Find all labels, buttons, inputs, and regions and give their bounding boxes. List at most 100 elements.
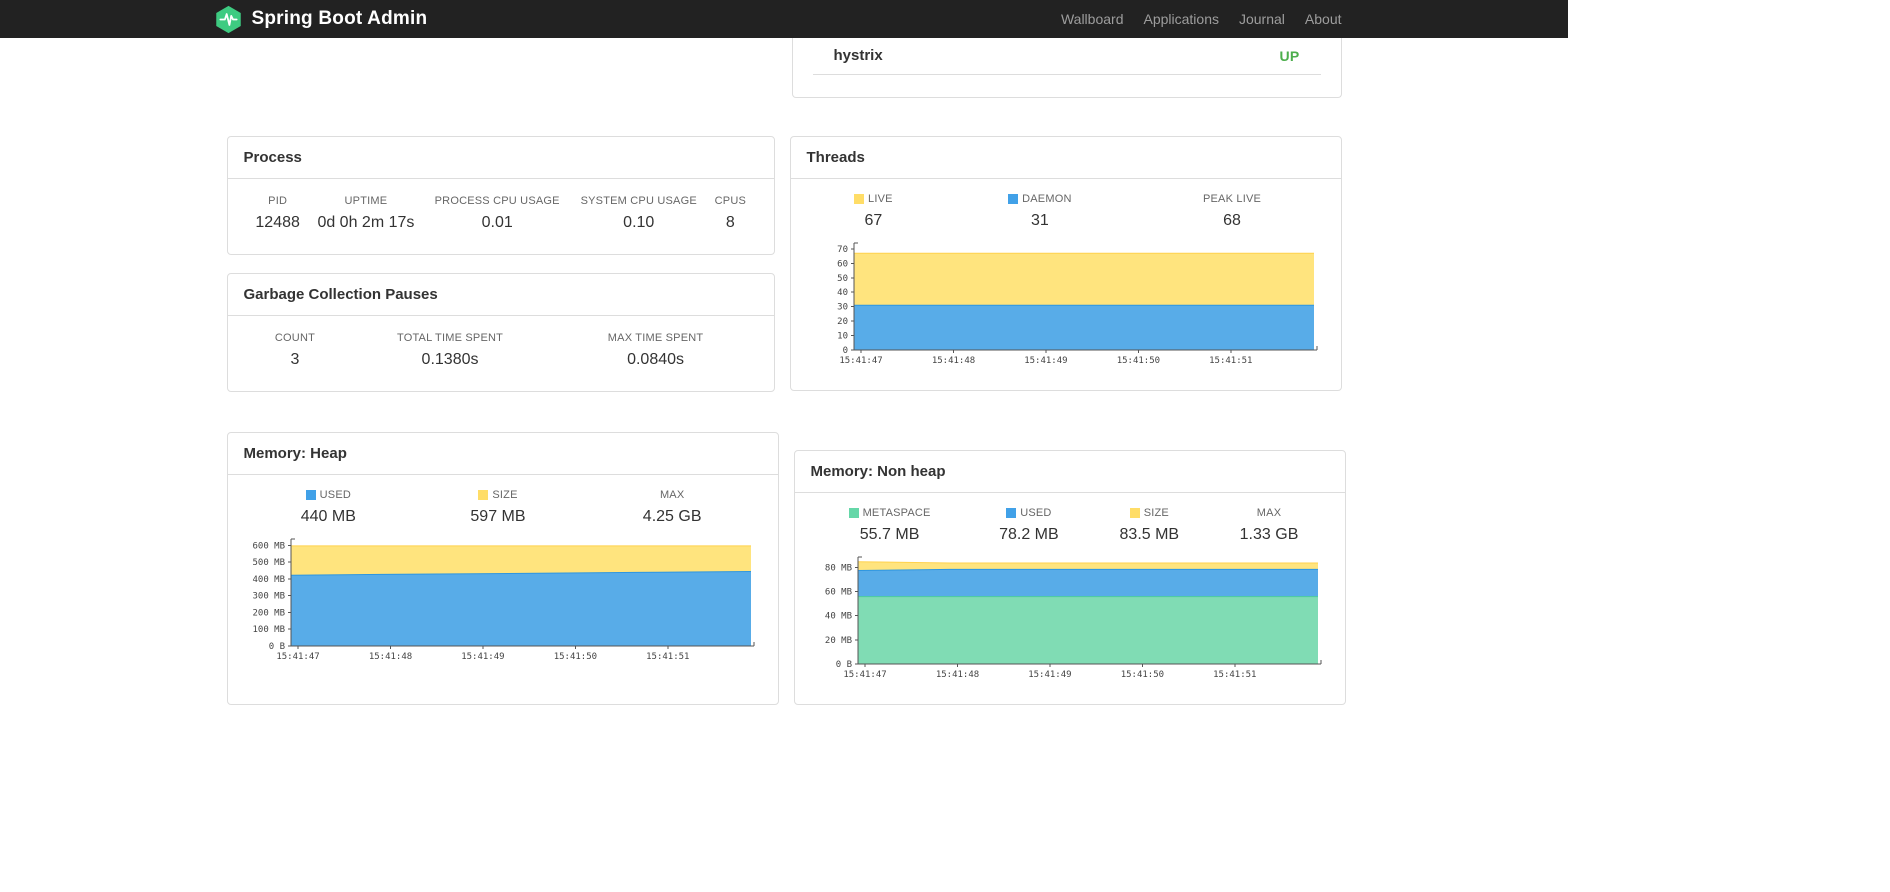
svg-text:200 MB: 200 MB <box>252 609 285 619</box>
metric-label: USED <box>1020 507 1052 519</box>
brand-link[interactable]: Spring Boot Admin <box>214 5 428 34</box>
metric-label: PID <box>268 195 288 207</box>
brand-logo-icon <box>215 5 241 33</box>
svg-text:15:41:51: 15:41:51 <box>1209 356 1252 366</box>
metric-value: 1.33 GB <box>1239 526 1299 543</box>
process-panel: Process PID 12488 UPTIME 0d 0h 2m 17s PR… <box>226 136 775 255</box>
svg-text:40: 40 <box>837 288 848 298</box>
svg-text:30: 30 <box>837 303 848 313</box>
metric-label: SIZE <box>492 489 518 501</box>
svg-text:15:41:47: 15:41:47 <box>843 670 886 680</box>
metric-label: MAX TIME SPENT <box>607 332 704 344</box>
svg-text:0 B: 0 B <box>268 642 284 652</box>
metric-label: CPUS <box>714 195 747 207</box>
metric-value: 0.01 <box>481 214 513 231</box>
svg-text:60 MB: 60 MB <box>824 587 851 597</box>
nav-item-wallboard[interactable]: Wallboard <box>1051 11 1134 27</box>
metric-pid: PID 12488 <box>248 193 308 234</box>
svg-text:600 MB: 600 MB <box>252 541 285 551</box>
memory-heap-chart: 0 B 100 MB 200 MB 300 MB 400 MB 500 MB 600 MB 1… <box>252 538 754 662</box>
metric-value: 8 <box>725 214 735 231</box>
metric-label: SYSTEM CPU USAGE <box>580 195 697 207</box>
svg-text:100 MB: 100 MB <box>252 625 285 635</box>
svg-text:15:41:49: 15:41:49 <box>461 652 504 662</box>
panel-title-heap: Memory: Heap <box>227 433 778 475</box>
metric-label: COUNT <box>274 332 316 344</box>
threads-panel: Threads LIVE 67 DAEMON 31 PEAK LIVE 68 0… <box>789 136 1342 391</box>
application-row-hystrix[interactable]: hystrix UP <box>812 38 1321 75</box>
metric-value: 78.2 MB <box>999 526 1059 543</box>
metric-value: 0d 0h 2m 17s <box>317 214 415 231</box>
metric-value: 12488 <box>255 214 300 231</box>
metric-value: 3 <box>290 351 300 368</box>
metric-value: 440 MB <box>300 508 356 525</box>
nav-item-applications[interactable]: Applications <box>1133 11 1229 27</box>
left-column: Process PID 12488 UPTIME 0d 0h 2m 17s PR… <box>226 136 775 392</box>
threads-chart: 0 10 20 30 40 50 60 70 15:41:47 15:41:48 15:41:49 1… <box>837 242 1317 366</box>
svg-text:70: 70 <box>837 245 848 255</box>
svg-text:15:41:50: 15:41:50 <box>1116 356 1159 366</box>
panel-title-process: Process <box>227 137 774 179</box>
metric-value: 597 MB <box>470 508 526 525</box>
legend-swatch-used <box>1006 508 1017 518</box>
metric-label: MAX <box>659 489 685 501</box>
nav-item-about[interactable]: About <box>1295 11 1342 27</box>
application-name: hystrix <box>833 47 883 64</box>
svg-text:500 MB: 500 MB <box>252 558 285 568</box>
svg-text:15:41:50: 15:41:50 <box>1120 670 1163 680</box>
metric-nonheap-used: USED 78.2 MB <box>969 505 1089 546</box>
gc-metrics: COUNT 3 TOTAL TIME SPENT 0.1380s MAX TIM… <box>248 330 754 371</box>
legend-swatch-size <box>1129 508 1140 518</box>
navbar: Spring Boot Admin Wallboard Applications… <box>0 0 1568 38</box>
svg-text:50: 50 <box>837 274 848 284</box>
metric-label: PEAK LIVE <box>1202 193 1262 205</box>
svg-text:300 MB: 300 MB <box>252 592 285 602</box>
metric-uptime: UPTIME 0d 0h 2m 17s <box>308 193 424 234</box>
svg-text:0: 0 <box>842 346 847 356</box>
brand-title: Spring Boot Admin <box>251 8 428 29</box>
metric-value: 55.7 MB <box>859 526 920 543</box>
process-metrics: PID 12488 UPTIME 0d 0h 2m 17s PROCESS CP… <box>248 193 754 234</box>
metric-label: DAEMON <box>1022 193 1072 205</box>
svg-text:15:41:50: 15:41:50 <box>553 652 596 662</box>
metric-nonheap-size: SIZE 83.5 MB <box>1089 505 1209 546</box>
metric-gc-total-time: TOTAL TIME SPENT 0.1380s <box>342 330 557 371</box>
legend-swatch-size <box>478 490 489 500</box>
right-column: Threads LIVE 67 DAEMON 31 PEAK LIVE 68 0… <box>789 136 1342 392</box>
threads-legend: LIVE 67 DAEMON 31 PEAK LIVE 68 <box>807 191 1325 232</box>
legend-swatch-used <box>305 490 316 500</box>
legend-swatch-metaspace <box>848 508 859 518</box>
svg-text:20 MB: 20 MB <box>824 636 851 646</box>
metric-label: MAX <box>1256 507 1282 519</box>
svg-text:15:41:48: 15:41:48 <box>931 356 974 366</box>
panel-title-gc: Garbage Collection Pauses <box>227 274 774 316</box>
browser-viewport: Spring Boot Admin Wallboard Applications… <box>0 0 1568 705</box>
svg-text:15:41:47: 15:41:47 <box>839 356 882 366</box>
metric-nonheap-max: MAX 1.33 GB <box>1210 505 1329 546</box>
main-content: hystrix UP Process PID 12488 UPTIME 0d 0… <box>226 38 1346 705</box>
metric-heap-used: USED 440 MB <box>244 487 414 528</box>
metric-label: METASPACE <box>862 507 931 519</box>
metric-label: SIZE <box>1143 507 1169 519</box>
metric-label: TOTAL TIME SPENT <box>396 332 504 344</box>
nav-item-journal[interactable]: Journal <box>1229 11 1295 27</box>
svg-text:15:41:48: 15:41:48 <box>368 652 411 662</box>
svg-text:10: 10 <box>837 332 848 342</box>
metric-label: PROCESS CPU USAGE <box>434 195 560 207</box>
metric-live: LIVE 67 <box>807 191 941 232</box>
panel-title-threads: Threads <box>790 137 1341 179</box>
svg-text:15:41:51: 15:41:51 <box>646 652 689 662</box>
metric-heap-max: MAX 4.25 GB <box>583 487 762 528</box>
metric-process-cpu: PROCESS CPU USAGE 0.01 <box>424 193 570 234</box>
metric-value: 4.25 GB <box>642 508 702 525</box>
metric-system-cpu: SYSTEM CPU USAGE 0.10 <box>570 193 707 234</box>
gc-panel: Garbage Collection Pauses COUNT 3 TOTAL … <box>226 273 775 392</box>
svg-text:15:41:49: 15:41:49 <box>1024 356 1067 366</box>
heap-legend: USED 440 MB SIZE 597 MB MAX 4.25 GB <box>244 487 762 528</box>
applications-panel-partial: hystrix UP <box>791 38 1342 98</box>
metric-label: UPTIME <box>344 195 388 207</box>
metric-value: 0.10 <box>623 214 655 231</box>
metric-peak-live: PEAK LIVE 68 <box>1140 191 1325 232</box>
svg-text:15:41:48: 15:41:48 <box>935 670 978 680</box>
svg-text:15:41:47: 15:41:47 <box>276 652 319 662</box>
